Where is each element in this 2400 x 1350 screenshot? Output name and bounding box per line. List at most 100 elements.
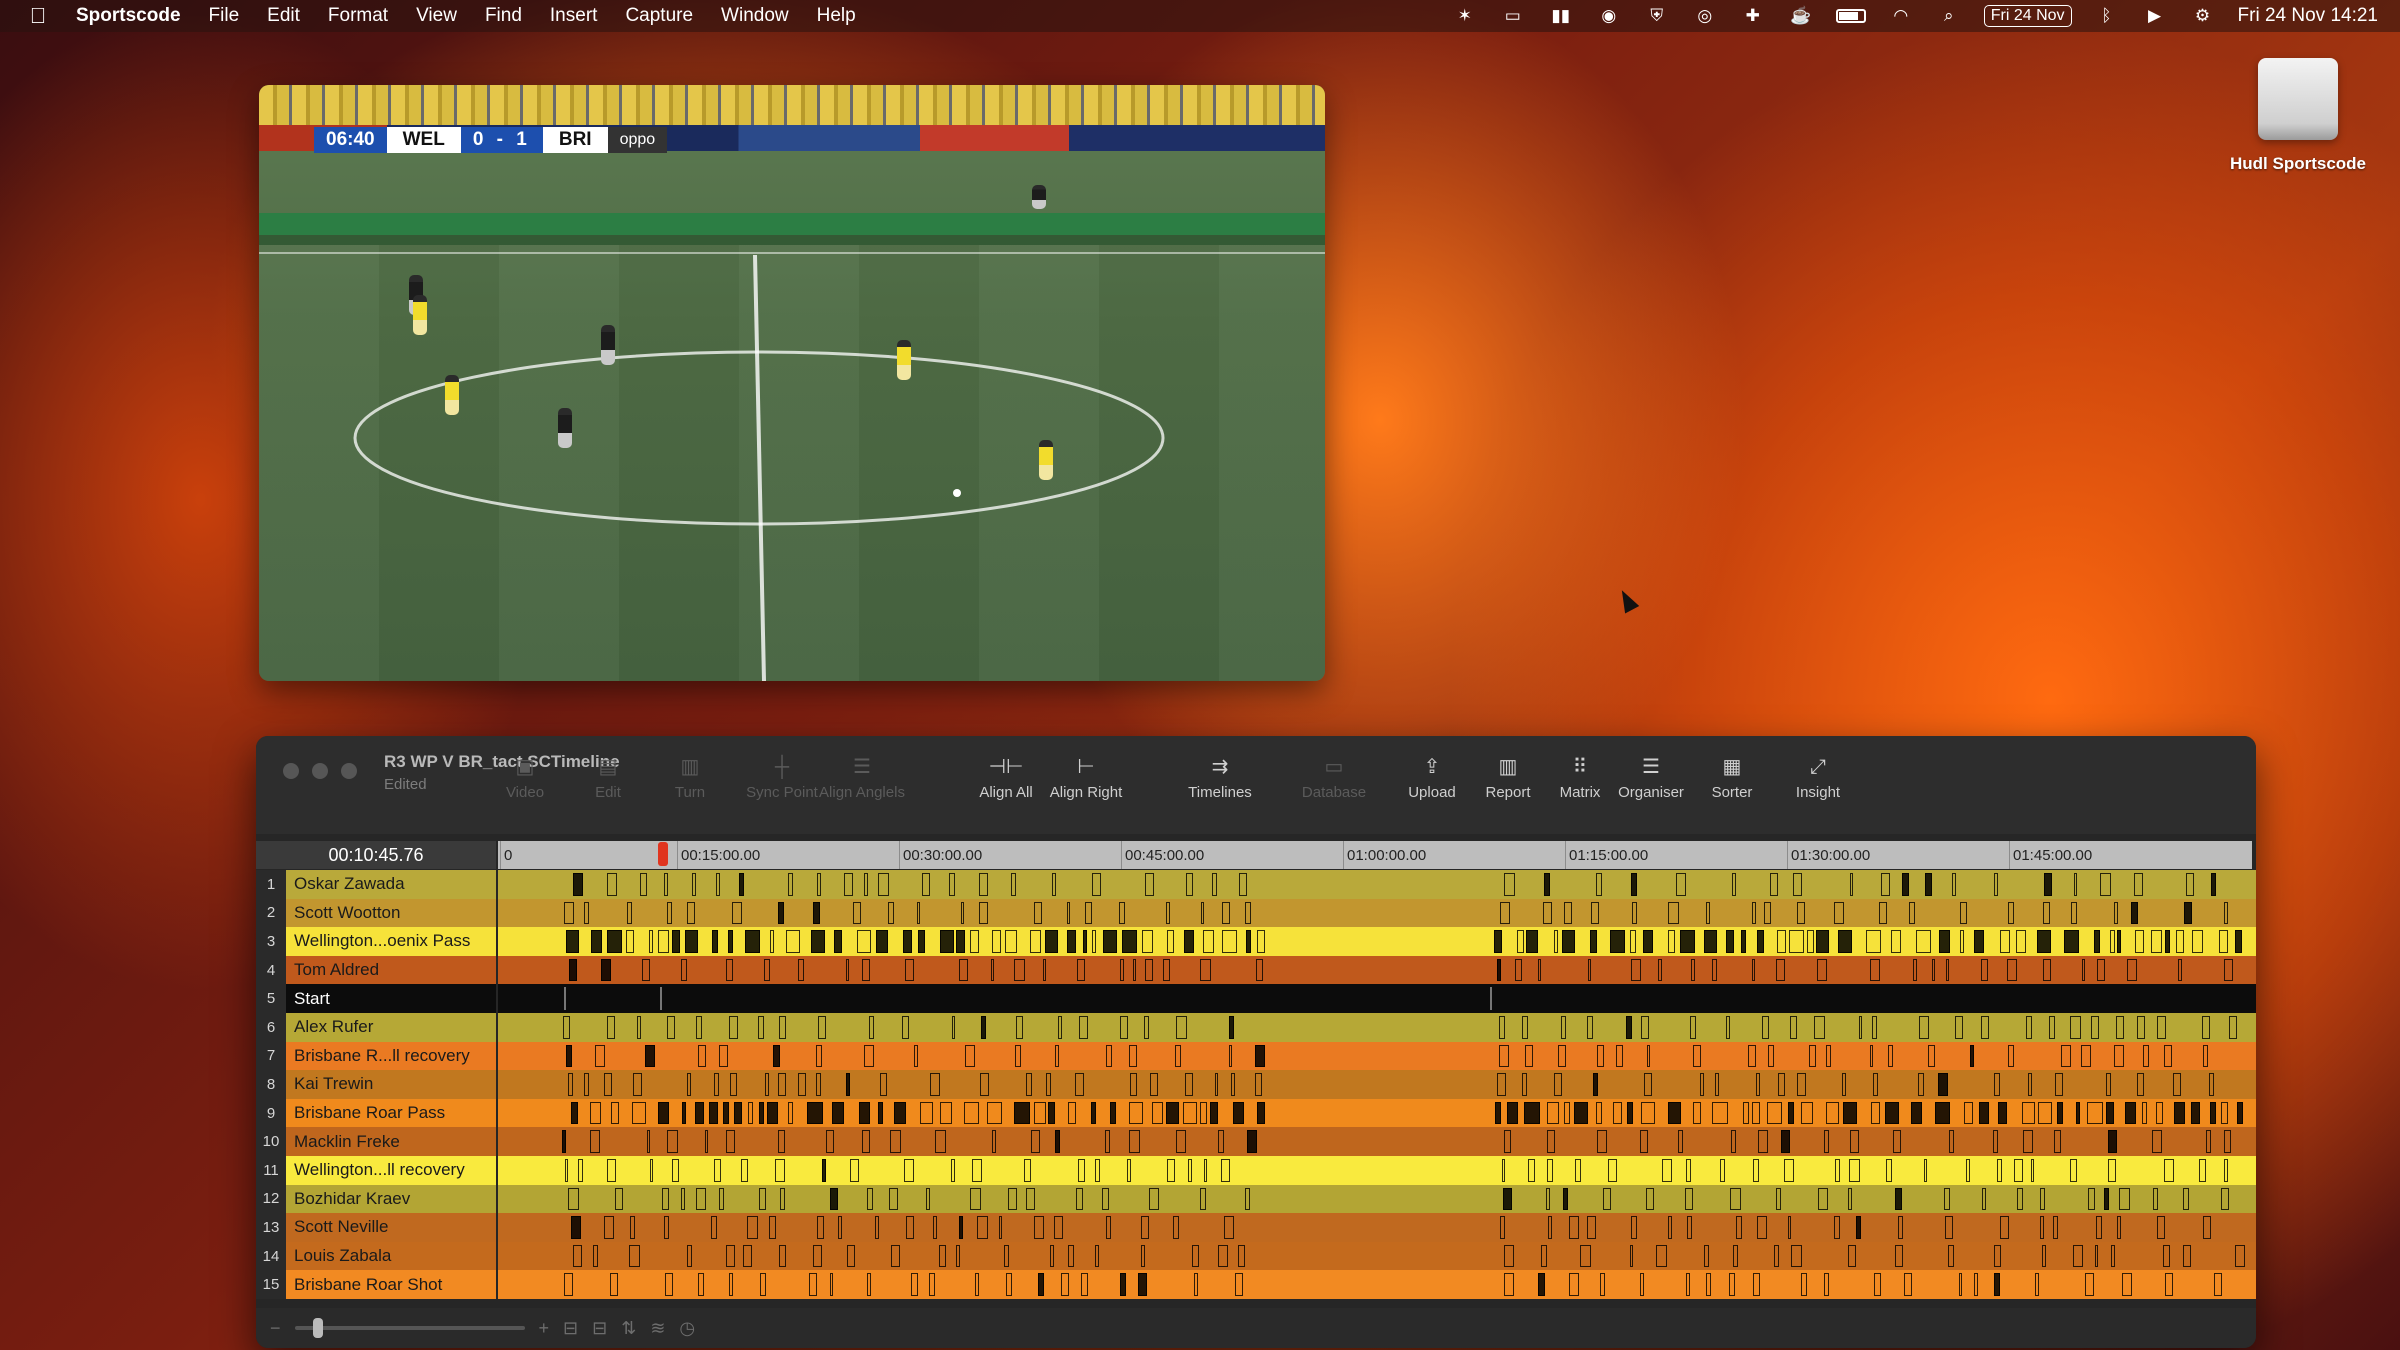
timeline-row[interactable]: 6 Alex Rufer [256,1012,2256,1042]
event-instance[interactable] [1753,1158,1759,1182]
event-instance[interactable] [1979,1101,1989,1125]
event-instance[interactable] [1676,873,1686,896]
row-label[interactable]: Brisbane R...ll recovery [286,1041,496,1071]
event-instance[interactable] [838,1216,842,1239]
event-instance[interactable] [633,1073,642,1096]
event-instance[interactable] [1756,1073,1760,1096]
event-instance[interactable] [1768,1044,1774,1068]
event-instance[interactable] [1704,930,1717,953]
event-instance[interactable] [626,930,634,953]
event-instance[interactable] [788,1101,793,1125]
event-instance[interactable] [1200,1187,1206,1211]
event-instance[interactable] [788,873,793,896]
event-instance[interactable] [664,1216,669,1239]
event-instance[interactable] [1888,1044,1893,1068]
event-instance[interactable] [920,1101,933,1125]
event-instance[interactable] [816,1044,822,1068]
event-instance[interactable] [2043,901,2050,925]
event-instance[interactable] [869,1015,874,1039]
event-instance[interactable] [940,1101,952,1125]
menu-insert[interactable]: Insert [550,5,598,27]
event-instance[interactable] [1948,1244,1954,1268]
event-instance[interactable] [818,1015,826,1039]
event-instance[interactable] [2199,1158,2206,1182]
event-instance[interactable] [2173,1073,2181,1096]
event-instance[interactable] [1630,1244,1633,1268]
event-instance[interactable] [649,930,653,953]
event-instance[interactable] [1194,1273,1198,1296]
event-instance[interactable] [632,1101,646,1125]
event-instance[interactable] [1924,1158,1927,1182]
row-label[interactable]: Macklin Freke [286,1127,496,1156]
row-track[interactable] [498,1098,2256,1128]
event-instance[interactable] [1149,1187,1159,1211]
event-instance[interactable] [1736,1216,1742,1239]
event-instance[interactable] [564,1273,573,1296]
event-instance[interactable] [1757,930,1764,953]
event-instance[interactable] [1103,930,1117,953]
row-label[interactable]: Wellington...ll recovery [286,1155,496,1185]
event-instance[interactable] [2095,1244,2098,1268]
event-instance[interactable] [1893,1130,1901,1153]
event-instance[interactable] [859,1101,870,1125]
event-instance[interactable] [959,958,968,982]
event-instance[interactable] [667,901,672,925]
event-instance[interactable] [1547,1158,1553,1182]
event-instance[interactable] [1824,1130,1829,1153]
event-instance[interactable] [1543,901,1552,925]
event-instance[interactable] [1960,901,1967,925]
event-instance[interactable] [1497,958,1501,982]
event-instance[interactable] [1105,1130,1110,1153]
event-instance[interactable] [1142,930,1153,953]
event-instance[interactable] [1526,930,1538,953]
event-instance[interactable] [595,1044,605,1068]
event-instance[interactable] [1218,1244,1228,1268]
event-instance[interactable] [2022,1101,2035,1125]
event-instance[interactable] [2186,873,2194,896]
row-label[interactable]: Kai Trewin [286,1070,496,1099]
play-icon[interactable]: ▶ [2142,6,2168,26]
event-instance[interactable] [2070,1158,2077,1182]
event-instance[interactable] [2111,1244,2115,1268]
event-instance[interactable] [726,958,733,982]
audio-icon[interactable]: ▮▮ [1548,6,1574,26]
event-instance[interactable] [922,873,930,896]
event-instance[interactable] [1918,1073,1924,1096]
event-instance[interactable] [949,873,955,896]
event-instance[interactable] [2087,1101,2103,1125]
event-instance[interactable] [1547,1130,1555,1153]
event-instance[interactable] [681,1187,685,1211]
event-instance[interactable] [1050,1244,1054,1268]
event-instance[interactable] [1504,873,1515,896]
event-instance[interactable] [568,1073,573,1096]
event-instance[interactable] [1764,901,1771,925]
event-instance[interactable] [1700,1073,1704,1096]
event-instance[interactable] [1043,958,1046,982]
menu-view[interactable]: View [416,5,457,27]
event-instance[interactable] [2040,1216,2044,1239]
event-instance[interactable] [1866,930,1881,953]
event-instance[interactable] [778,1130,785,1153]
event-instance[interactable] [1613,1101,1622,1125]
timeline-row[interactable]: 2 Scott Wootton [256,898,2256,928]
event-instance[interactable] [987,1101,1002,1125]
feed-icon[interactable]: ≋ [650,1318,665,1339]
translate-icon[interactable]: ▭ [1500,6,1526,26]
event-instance[interactable] [1966,1158,1970,1182]
event-instance[interactable] [667,1130,678,1153]
zoom-out-icon[interactable]: − [270,1318,281,1339]
event-instance[interactable] [2165,930,2170,953]
event-instance[interactable] [1752,958,1755,982]
event-instance[interactable] [1859,1015,1862,1039]
event-instance[interactable] [1939,930,1950,953]
event-instance[interactable] [1856,1216,1861,1239]
event-instance[interactable] [846,1073,850,1096]
event-instance[interactable] [1704,1244,1709,1268]
event-instance[interactable] [1229,1044,1232,1068]
event-instance[interactable] [645,1044,655,1068]
event-instance[interactable] [1687,1216,1692,1239]
row-track[interactable] [498,1270,2256,1299]
event-instance[interactable] [607,930,622,953]
event-instance[interactable] [1994,1073,2000,1096]
event-instance[interactable] [844,873,853,896]
